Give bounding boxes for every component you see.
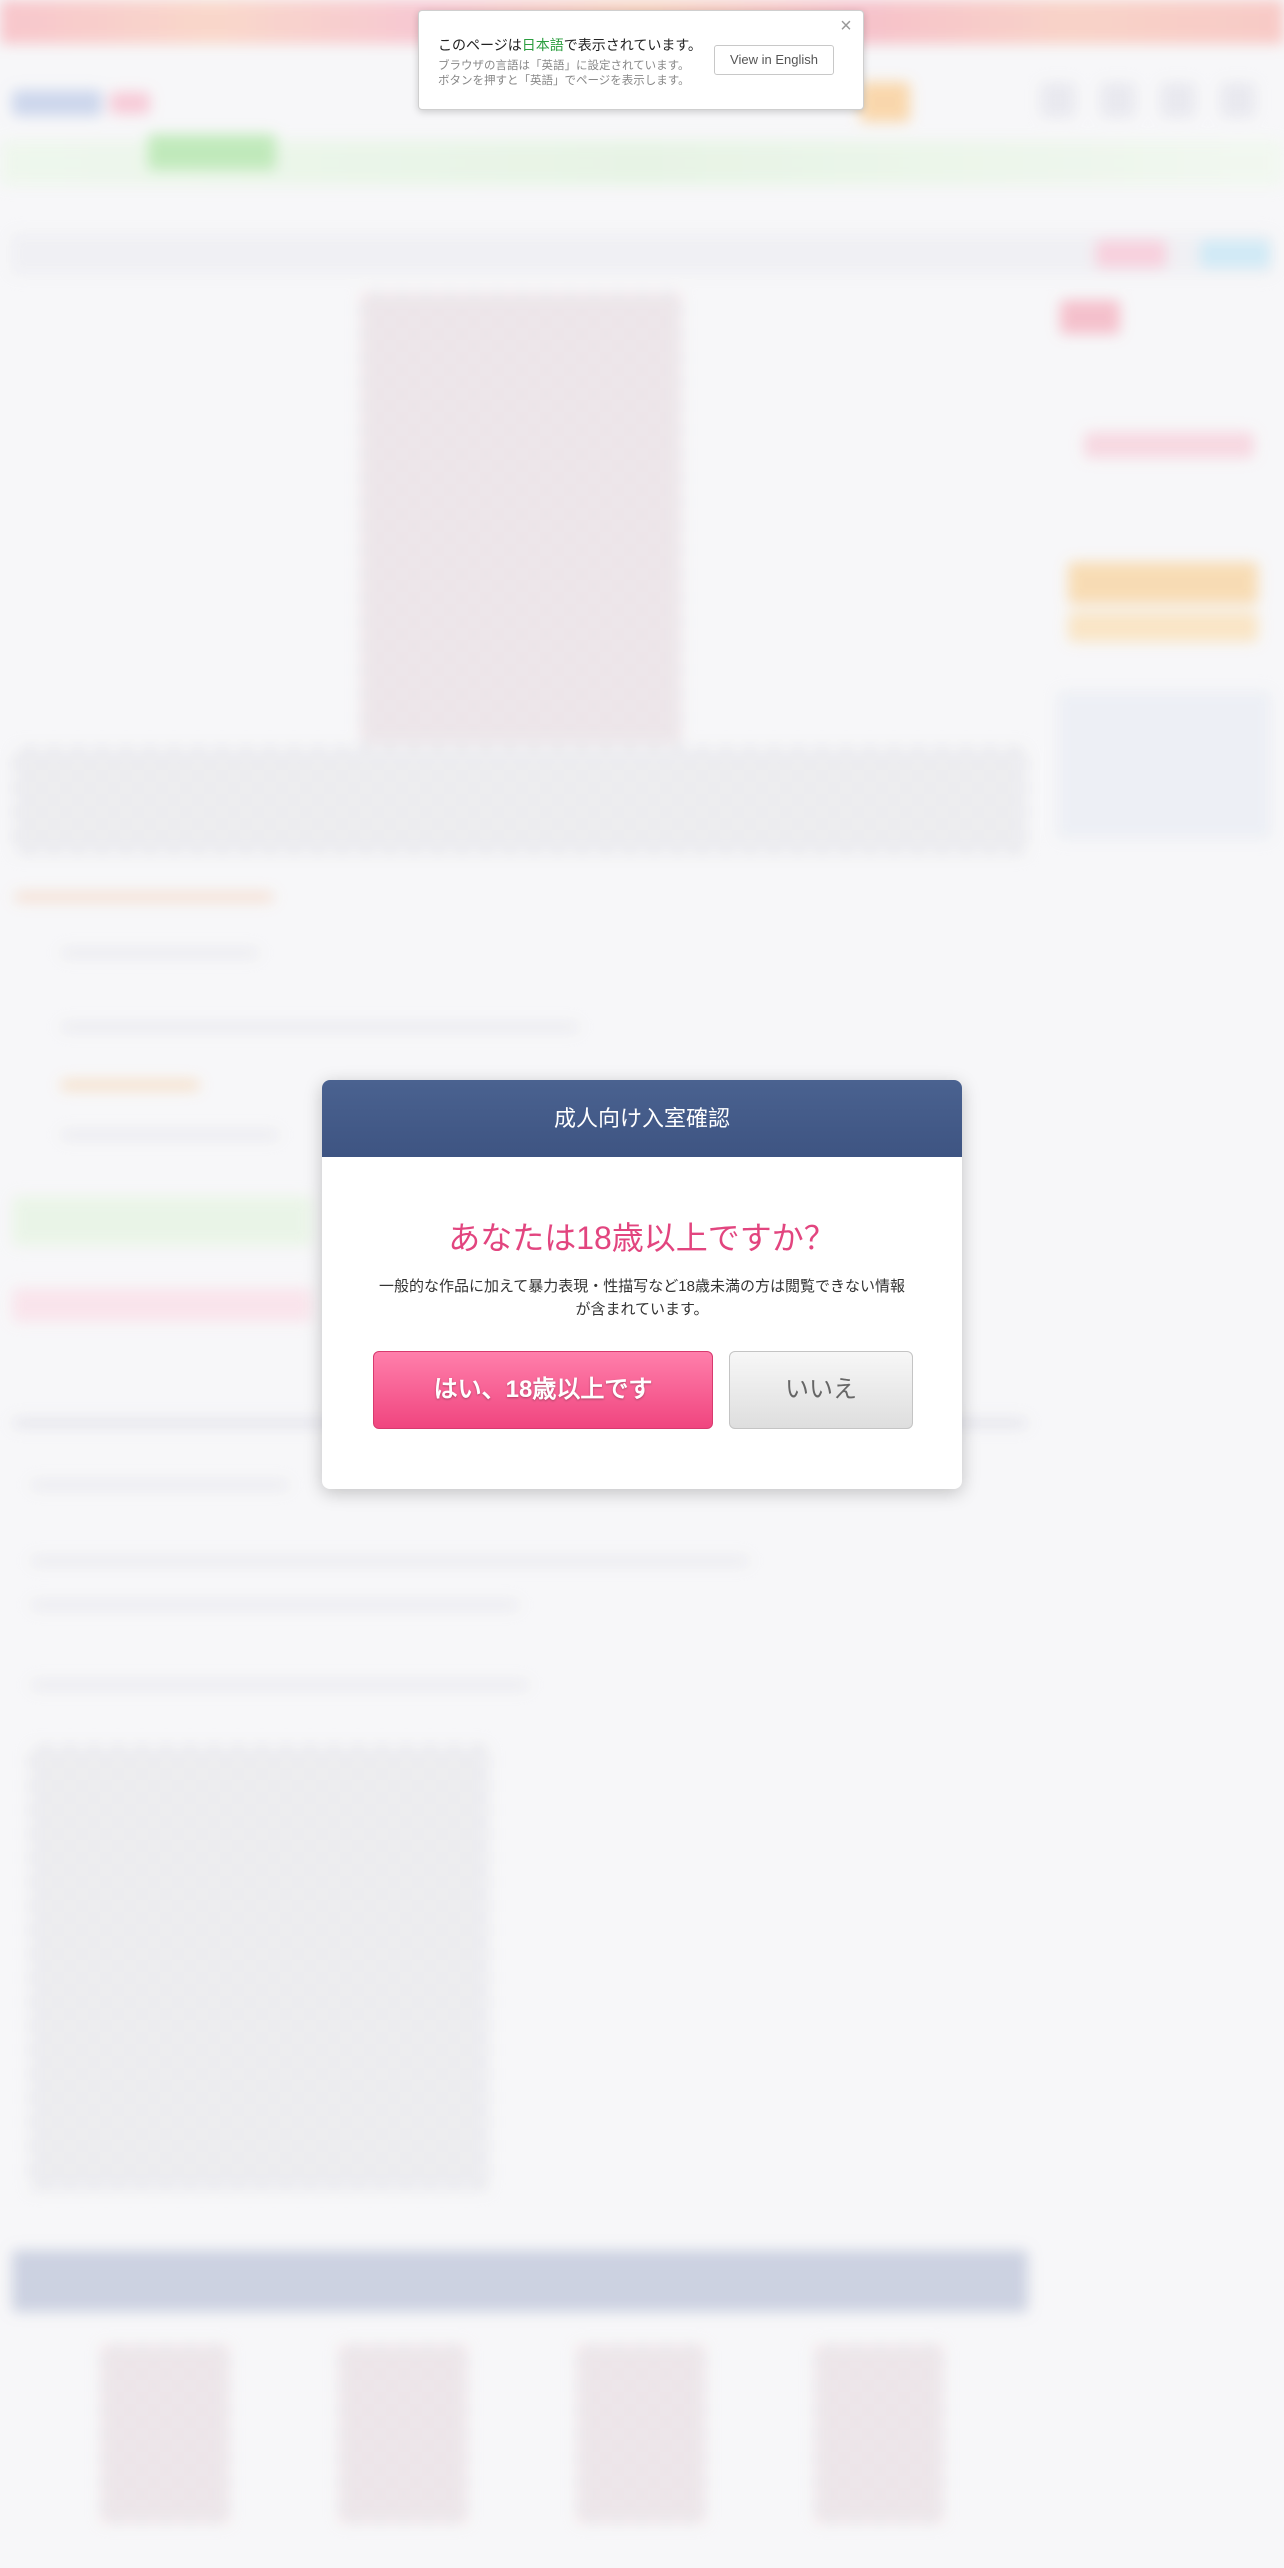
close-icon[interactable]: × [835, 15, 857, 37]
language-notice-sub: ブラウザの言語は「英語」に設定されています。 ボタンを押すと「英語」でページを表… [438, 59, 718, 89]
sub-line-1: ブラウザの言語は「英語」に設定されています。 [438, 60, 690, 72]
sub-line-2: ボタンを押すと「英語」でページを表示します。 [438, 75, 690, 87]
message-prefix: このページは [438, 37, 522, 53]
modal-button-row: はい、18歳以上です いいえ [373, 1351, 913, 1429]
view-in-english-button[interactable]: View in English [714, 45, 834, 75]
language-notice-message: このページは日本語で表示されています。 [438, 35, 718, 55]
language-notice-text: このページは日本語で表示されています。 ブラウザの言語は「英語」に設定されていま… [438, 35, 718, 89]
language-notice: × このページは日本語で表示されています。 ブラウザの言語は「英語」に設定されて… [418, 10, 864, 110]
yes-over-18-button[interactable]: はい、18歳以上です [373, 1351, 713, 1429]
language-name: 日本語 [521, 37, 564, 53]
age-description: 一般的な作品に加えて暴力表現・性描写など18歳未満の方は閲覧できない情報が含まれ… [379, 1278, 905, 1318]
age-question: あなたは18歳以上ですか？ [448, 1220, 836, 1256]
message-suffix: で表示されています。 [563, 37, 702, 53]
no-button[interactable]: いいえ [729, 1351, 913, 1429]
age-verification-modal: 成人向け入室確認 あなたは18歳以上ですか？ 一般的な作品に加えて暴力表現・性描… [322, 1080, 962, 1489]
modal-title: 成人向け入室確認 [322, 1080, 962, 1157]
